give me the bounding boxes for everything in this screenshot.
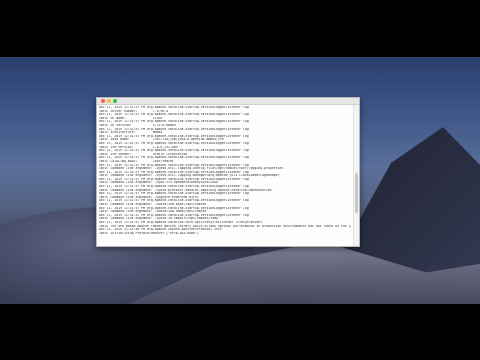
scrollbar-thumb[interactable] [355, 173, 358, 213]
close-icon[interactable] [101, 99, 105, 103]
window-titlebar[interactable] [97, 98, 359, 105]
zoom-icon[interactable] [113, 99, 117, 103]
window-controls [101, 99, 117, 103]
vertical-scrollbar[interactable] [353, 105, 359, 246]
log-line: INFO: Initializing ProtocolHandler ["htt… [99, 231, 199, 235]
minimize-icon[interactable] [107, 99, 111, 103]
terminal-window[interactable]: Dec 11, 2019 11:41:57 PM org.apache.cata… [96, 97, 360, 247]
terminal-output[interactable]: Dec 11, 2019 11:41:57 PM org.apache.cata… [97, 105, 353, 246]
